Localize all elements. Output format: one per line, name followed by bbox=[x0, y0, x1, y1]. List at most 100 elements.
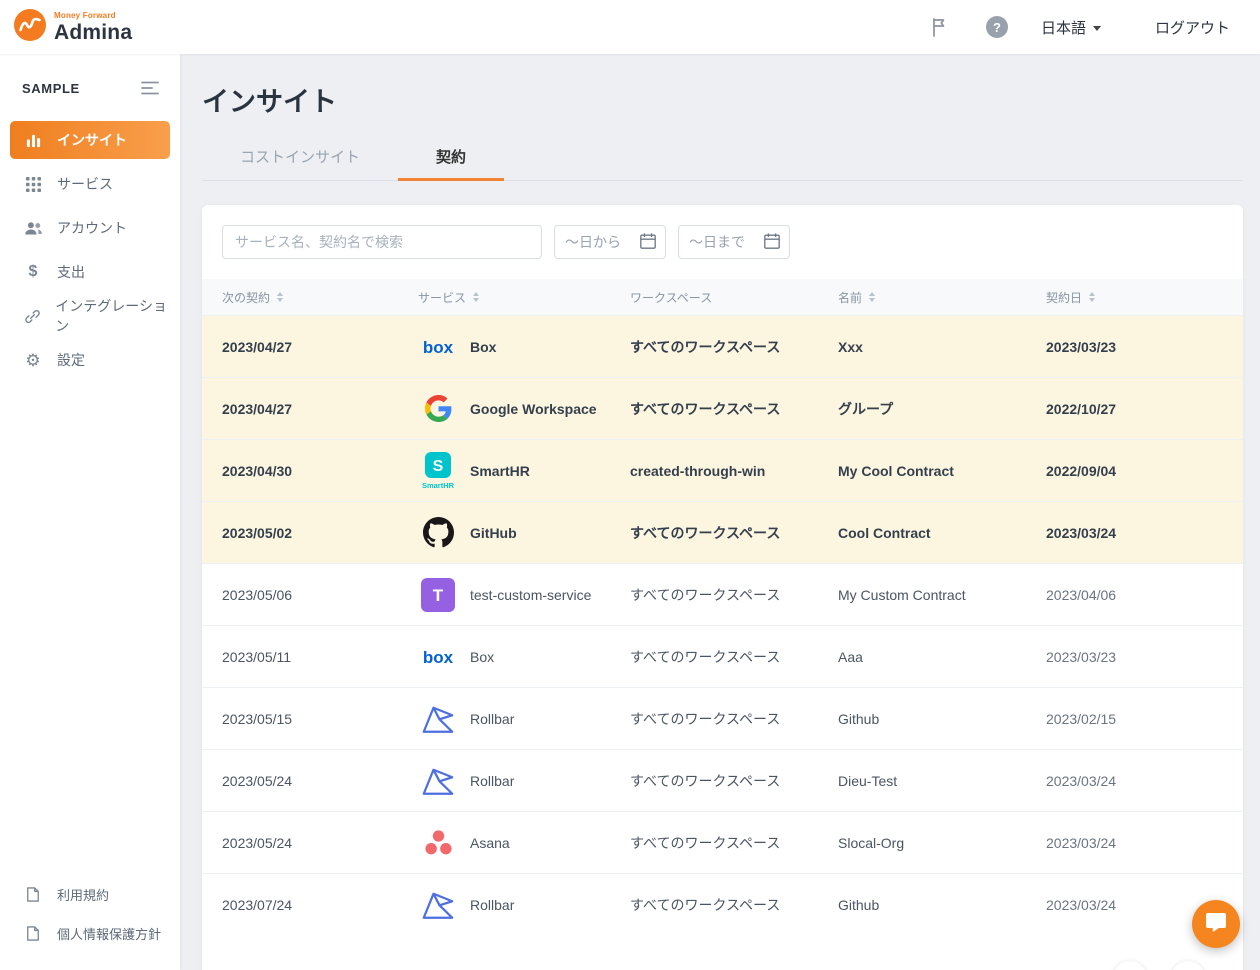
sidebar-item-label: サービス bbox=[57, 174, 113, 194]
table-row[interactable]: 2023/05/02GitHubすべてのワークスペースCool Contract… bbox=[202, 501, 1243, 563]
google-workspace-logo-icon bbox=[418, 395, 458, 422]
service-cell: GitHub bbox=[398, 502, 610, 563]
table-row[interactable]: 2023/04/30SSmartHRSmartHRcreated-through… bbox=[202, 439, 1243, 501]
contract-date-cell: 2023/03/23 bbox=[1026, 626, 1243, 687]
workspace-cell: created-through-win bbox=[610, 440, 818, 501]
sort-icon[interactable] bbox=[277, 292, 283, 302]
table-row[interactable]: 2023/05/24AsanaすべてのワークスペースSlocal-Org2023… bbox=[202, 811, 1243, 873]
service-cell: box Box bbox=[398, 626, 610, 687]
rollbar-logo-icon bbox=[418, 766, 458, 796]
next-contract-cell: 2023/04/27 bbox=[202, 378, 398, 439]
svg-text:SmartHR: SmartHR bbox=[422, 481, 455, 490]
sidebar: SAMPLE インサイト サービス アカウント $ 支出 bbox=[0, 54, 180, 970]
column-label: 契約日 bbox=[1046, 289, 1082, 306]
github-logo-icon bbox=[418, 517, 458, 548]
column-header-service[interactable]: サービス bbox=[398, 279, 610, 315]
search-input[interactable] bbox=[222, 225, 542, 259]
contract-date-cell: 2023/02/15 bbox=[1026, 688, 1243, 749]
service-cell: SSmartHRSmartHR bbox=[398, 440, 610, 501]
footer-link-label: 個人情報保護方針 bbox=[57, 924, 161, 943]
sort-icon[interactable] bbox=[1089, 292, 1095, 302]
sidebar-item-spend[interactable]: $ 支出 bbox=[10, 253, 170, 291]
tab-cost-insights[interactable]: コストインサイト bbox=[202, 135, 398, 181]
brand-small-label: Money Forward bbox=[54, 12, 132, 20]
column-label: 名前 bbox=[838, 289, 862, 306]
workspace-cell: すべてのワークスペース bbox=[610, 502, 818, 563]
table-row[interactable]: 2023/05/06Ttest-custom-serviceすべてのワークスペー… bbox=[202, 563, 1243, 625]
table-row[interactable]: 2023/05/15RollbarすべてのワークスペースGithub2023/0… bbox=[202, 687, 1243, 749]
table-row[interactable]: 2023/04/27Google Workspaceすべてのワークスペースグルー… bbox=[202, 377, 1243, 439]
document-icon bbox=[23, 925, 43, 942]
sort-icon[interactable] bbox=[869, 292, 875, 302]
service-name: Rollbar bbox=[470, 897, 514, 913]
logout-button[interactable]: ログアウト bbox=[1155, 17, 1230, 38]
contract-date-cell: 2023/03/23 bbox=[1026, 316, 1243, 377]
terms-of-service-link[interactable]: 利用規約 bbox=[10, 876, 170, 912]
contract-date-cell: 2023/03/24 bbox=[1026, 502, 1243, 563]
pagination-prev-button[interactable] bbox=[1113, 961, 1147, 970]
contract-date-cell: 2022/09/04 bbox=[1026, 440, 1243, 501]
workspace-cell: すべてのワークスペース bbox=[610, 626, 818, 687]
chevron-down-icon bbox=[1093, 26, 1101, 31]
language-dropdown[interactable]: 日本語 bbox=[1041, 17, 1101, 38]
contract-name-cell: Aaa bbox=[818, 626, 1026, 687]
next-contract-cell: 2023/07/24 bbox=[202, 874, 398, 935]
column-header-name[interactable]: 名前 bbox=[818, 279, 1026, 315]
page-title: インサイト bbox=[202, 80, 1243, 119]
table-row[interactable]: 2023/07/24RollbarすべてのワークスペースGithub2023/0… bbox=[202, 873, 1243, 935]
date-from-input[interactable]: 〜日から bbox=[554, 225, 666, 259]
chat-launcher-button[interactable] bbox=[1192, 900, 1240, 948]
service-cell: Rollbar bbox=[398, 750, 610, 811]
service-name: Box bbox=[470, 339, 496, 355]
help-icon[interactable]: ? bbox=[983, 13, 1011, 41]
next-contract-cell: 2023/05/02 bbox=[202, 502, 398, 563]
sidebar-item-integrations[interactable]: インテグレーション bbox=[10, 297, 170, 335]
service-cell: box Box bbox=[398, 316, 610, 377]
link-icon bbox=[23, 308, 41, 325]
column-header-contract-date[interactable]: 契約日 bbox=[1026, 279, 1243, 315]
workspace-cell: すべてのワークスペース bbox=[610, 316, 818, 377]
smarthr-logo-icon: SSmartHR bbox=[418, 451, 458, 491]
calendar-icon bbox=[763, 232, 781, 253]
table-body: 2023/04/27boxBoxすべてのワークスペースXxx2023/03/23… bbox=[202, 315, 1243, 935]
sidebar-item-insights[interactable]: インサイト bbox=[10, 121, 170, 159]
sidebar-item-label: 支出 bbox=[57, 262, 85, 282]
sidebar-item-services[interactable]: サービス bbox=[10, 165, 170, 203]
sidebar-item-label: アカウント bbox=[57, 218, 127, 238]
pagination-next-button[interactable] bbox=[1171, 961, 1205, 970]
contract-name-cell: My Cool Contract bbox=[818, 440, 1026, 501]
tab-contracts[interactable]: 契約 bbox=[398, 135, 504, 181]
contracts-card: 〜日から 〜日まで 次の契約 サービス bbox=[202, 205, 1243, 970]
next-contract-cell: 2023/04/27 bbox=[202, 316, 398, 377]
people-icon bbox=[23, 220, 43, 236]
service-name: Google Workspace bbox=[470, 401, 597, 417]
footer-link-label: 利用規約 bbox=[57, 885, 109, 904]
contract-name-cell: Github bbox=[818, 874, 1026, 935]
chat-bubble-icon bbox=[1204, 910, 1228, 939]
column-header-next-contract[interactable]: 次の契約 bbox=[202, 279, 398, 315]
svg-text:box: box bbox=[423, 338, 454, 357]
table-row[interactable]: 2023/05/11 box Box すべてのワークスペースAaa2023/03/23 bbox=[202, 625, 1243, 687]
service-name: Box bbox=[470, 649, 494, 665]
brand-logo[interactable]: Money Forward Admina bbox=[14, 9, 132, 46]
service-name: SmartHR bbox=[470, 463, 530, 479]
workspace-cell: すべてのワークスペース bbox=[610, 378, 818, 439]
privacy-policy-link[interactable]: 個人情報保護方針 bbox=[10, 915, 170, 951]
table-row[interactable]: 2023/04/27boxBoxすべてのワークスペースXxx2023/03/23 bbox=[202, 315, 1243, 377]
topbar: Money Forward Admina ? 日本語 ログアウト bbox=[0, 0, 1260, 54]
sidebar-item-settings[interactable]: ⚙ 設定 bbox=[10, 341, 170, 379]
date-to-input[interactable]: 〜日まで bbox=[678, 225, 790, 259]
table-header: 次の契約 サービス ワークスペース 名前 契約日 bbox=[202, 279, 1243, 315]
svg-text:box: box bbox=[423, 648, 454, 667]
service-cell: Rollbar bbox=[398, 688, 610, 749]
sort-icon[interactable] bbox=[473, 292, 479, 302]
flag-icon[interactable] bbox=[925, 13, 953, 41]
gear-icon: ⚙ bbox=[23, 352, 43, 369]
table-row[interactable]: 2023/05/24RollbarすべてのワークスペースDieu-Test202… bbox=[202, 749, 1243, 811]
contract-name-cell: Cool Contract bbox=[818, 502, 1026, 563]
sidebar-collapse-icon[interactable] bbox=[136, 74, 164, 102]
next-contract-cell: 2023/04/30 bbox=[202, 440, 398, 501]
sidebar-item-accounts[interactable]: アカウント bbox=[10, 209, 170, 247]
date-from-placeholder: 〜日から bbox=[565, 232, 621, 252]
next-contract-cell: 2023/05/11 bbox=[202, 626, 398, 687]
